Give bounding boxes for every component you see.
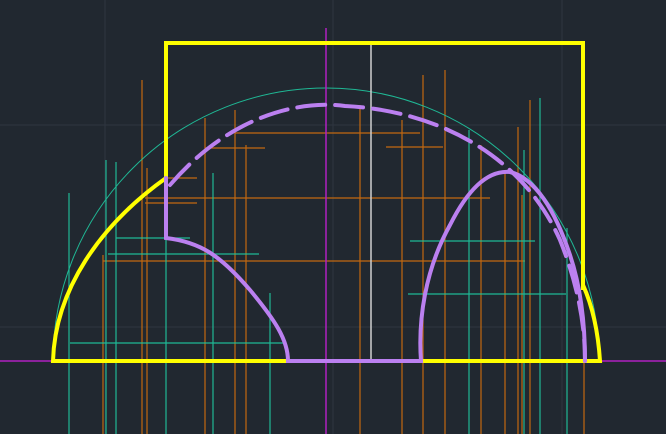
cad-drawing-canvas[interactable] <box>0 0 666 434</box>
